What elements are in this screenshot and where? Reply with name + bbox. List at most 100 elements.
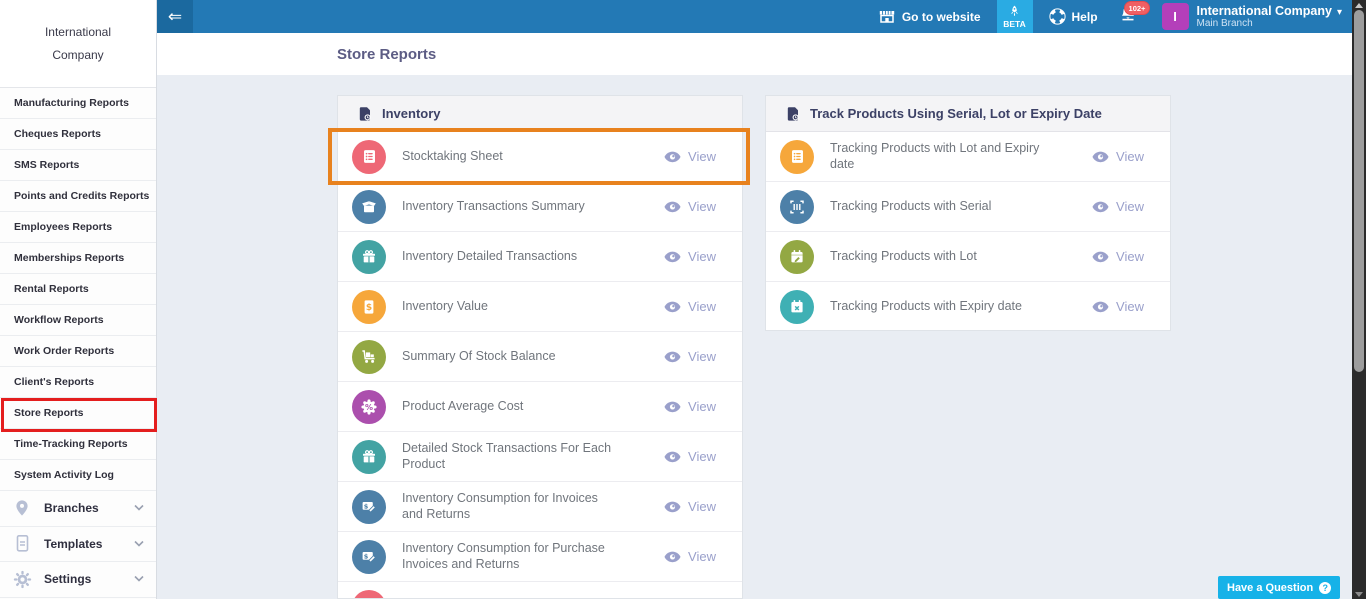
dollar-doc-icon: $: [352, 290, 386, 324]
report-row[interactable]: Stocktaking Sheet View: [338, 132, 742, 182]
scroll-down-button[interactable]: [1352, 589, 1366, 599]
rocket-icon: [1008, 5, 1021, 18]
report-row[interactable]: Inventory Detailed Transactions View: [338, 232, 742, 282]
chevron-down-icon: [134, 504, 144, 512]
sidebar-item-label: Workflow Reports: [14, 314, 104, 326]
scroll-up-button[interactable]: [1352, 0, 1366, 10]
sidebar-item-employees-reports[interactable]: Employees Reports: [0, 212, 156, 243]
sidebar-item-work-order-reports[interactable]: Work Order Reports: [0, 336, 156, 367]
eye-icon: [664, 251, 681, 263]
view-label: View: [1116, 249, 1144, 264]
sidebar-item-store-reports[interactable]: Store Reports: [0, 398, 156, 429]
sidebar-group-label: Settings: [44, 572, 134, 586]
sidebar-item-label: Memberships Reports: [14, 252, 124, 264]
view-button[interactable]: View: [664, 249, 716, 264]
sidebar-item-workflow-reports[interactable]: Workflow Reports: [0, 305, 156, 336]
view-label: View: [1116, 299, 1144, 314]
scrollbar-thumb[interactable]: [1354, 10, 1364, 372]
sidebar-item-cheques-reports[interactable]: Cheques Reports: [0, 119, 156, 150]
report-row[interactable]: $ Inventory Consumption for Invoices and…: [338, 482, 742, 532]
report-row[interactable]: View: [338, 582, 742, 599]
report-label: Tracking Products with Expiry date: [830, 299, 1022, 315]
svg-text:$: $: [364, 552, 369, 560]
report-label: Product Average Cost: [402, 399, 523, 415]
sidebar-collapse-button[interactable]: ⇐: [157, 0, 193, 33]
avatar[interactable]: I: [1162, 3, 1189, 30]
panel-title: Inventory: [382, 106, 441, 121]
view-button[interactable]: View: [1092, 199, 1144, 214]
view-button[interactable]: View: [664, 449, 716, 464]
view-button[interactable]: View: [664, 149, 716, 164]
sidebar-item-label: Manufacturing Reports: [14, 97, 129, 109]
view-button[interactable]: View: [1092, 249, 1144, 264]
svg-text:$: $: [366, 303, 372, 313]
eye-icon: [1092, 201, 1109, 213]
list-sheet-icon: [780, 140, 814, 174]
report-row[interactable]: Inventory Transactions Summary View: [338, 182, 742, 232]
sidebar-item-time-tracking-reports[interactable]: Time-Tracking Reports: [0, 429, 156, 460]
notifications-button[interactable]: 102+: [1118, 4, 1138, 29]
report-row[interactable]: Tracking Products with Lot and Expiry da…: [766, 132, 1170, 182]
sidebar-item-label: Client's Reports: [14, 376, 94, 388]
storefront-icon: [878, 9, 896, 24]
report-row[interactable]: Tracking Products with Expiry date View: [766, 282, 1170, 331]
help-button[interactable]: Help: [1049, 8, 1098, 25]
company-menu[interactable]: International Company▾ Main Branch: [1197, 4, 1342, 29]
percent-badge-icon: %: [352, 390, 386, 424]
eye-icon: [664, 401, 681, 413]
sidebar-group-branches[interactable]: Branches: [0, 491, 156, 527]
report-row[interactable]: % Product Average Cost View: [338, 382, 742, 432]
calendar-x-icon: [780, 290, 814, 324]
view-button[interactable]: View: [664, 199, 716, 214]
eye-icon: [664, 551, 681, 563]
view-button[interactable]: View: [664, 399, 716, 414]
view-label: View: [688, 249, 716, 264]
page-title: Store Reports: [337, 46, 436, 63]
sidebar-item-rental-reports[interactable]: Rental Reports: [0, 274, 156, 305]
report-row[interactable]: $ Inventory Value View: [338, 282, 742, 332]
chevron-down-icon: [134, 575, 144, 583]
sidebar-item-client-s-reports[interactable]: Client's Reports: [0, 367, 156, 398]
view-button[interactable]: View: [1092, 299, 1144, 314]
sidebar-item-memberships-reports[interactable]: Memberships Reports: [0, 243, 156, 274]
sidebar-group-settings[interactable]: Settings: [0, 562, 156, 598]
report-label: Tracking Products with Serial: [830, 199, 991, 215]
collapse-icon: ⇐: [168, 7, 182, 27]
have-a-question-button[interactable]: Have a Question ?: [1218, 576, 1340, 599]
go-to-website-button[interactable]: Go to website: [878, 9, 981, 24]
sidebar-item-sms-reports[interactable]: SMS Reports: [0, 150, 156, 181]
view-button[interactable]: View: [1092, 149, 1144, 164]
company-logo: International Company: [0, 0, 156, 88]
sidebar-nav: Manufacturing Reports Cheques Reports SM…: [0, 88, 156, 491]
svg-text:$: $: [364, 502, 369, 510]
report-row[interactable]: Tracking Products with Serial View: [766, 182, 1170, 232]
eye-icon: [1092, 251, 1109, 263]
invoice-pen-icon: $: [352, 490, 386, 524]
sidebar-group-templates[interactable]: Templates: [0, 527, 156, 563]
report-label: Inventory Consumption for Invoices and R…: [402, 491, 617, 522]
view-button[interactable]: View: [664, 549, 716, 564]
report-row[interactable]: Detailed Stock Transactions For Each Pro…: [338, 432, 742, 482]
beta-button[interactable]: BETA: [997, 0, 1033, 33]
sidebar-item-points-and-credits-reports[interactable]: Points and Credits Reports: [0, 181, 156, 212]
tracking-panel-header: Track Products Using Serial, Lot or Expi…: [766, 96, 1170, 132]
sidebar-item-manufacturing-reports[interactable]: Manufacturing Reports: [0, 88, 156, 119]
page-header: Store Reports: [157, 33, 1352, 75]
open-box-icon: [352, 190, 386, 224]
view-button[interactable]: View: [664, 499, 716, 514]
vertical-scrollbar: [1352, 0, 1366, 599]
view-button[interactable]: View: [664, 349, 716, 364]
view-button[interactable]: View: [664, 299, 716, 314]
chevron-down-icon: ▾: [1337, 7, 1342, 18]
inventory-panel: Inventory Stocktaking Sheet View Invento…: [337, 95, 743, 599]
view-label: View: [1116, 149, 1144, 164]
report-row[interactable]: Tracking Products with Lot View: [766, 232, 1170, 282]
sidebar-item-label: Store Reports: [14, 407, 83, 419]
map-pin-icon: [12, 498, 32, 518]
sidebar-item-system-activity-log[interactable]: System Activity Log: [0, 460, 156, 491]
eye-icon: [664, 201, 681, 213]
report-row[interactable]: Summary Of Stock Balance View: [338, 332, 742, 382]
report-label: Tracking Products with Lot and Expiry da…: [830, 141, 1045, 172]
report-row[interactable]: $ Inventory Consumption for Purchase Inv…: [338, 532, 742, 582]
company-menu-label: International Company: [1197, 4, 1332, 18]
